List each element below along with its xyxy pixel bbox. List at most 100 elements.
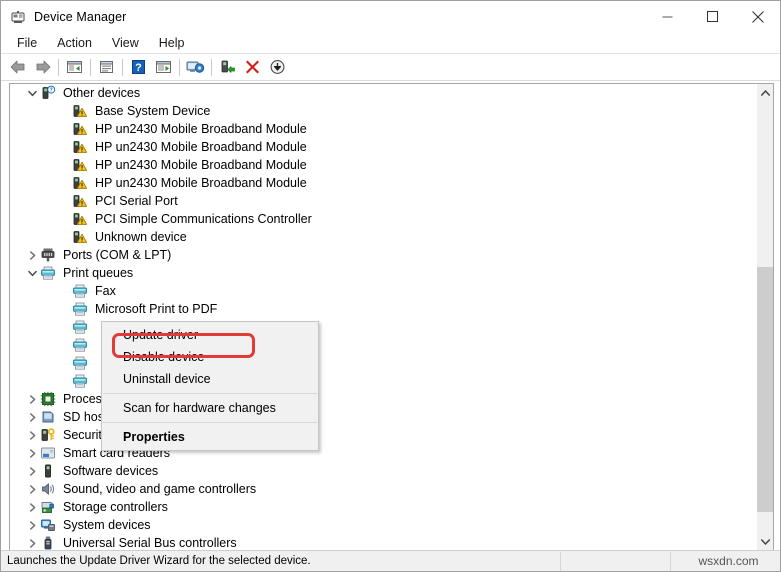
- maximize-button[interactable]: [690, 1, 735, 32]
- tree-row[interactable]: HP un2430 Mobile Broadband Module: [10, 138, 756, 156]
- status-message: Launches the Update Driver Wizard for th…: [1, 551, 561, 571]
- warning-device-icon: [72, 211, 88, 227]
- tree-row[interactable]: Sound, video and game controllers: [10, 480, 756, 498]
- chevron-right-icon[interactable]: [24, 444, 40, 462]
- context-menu-item[interactable]: Disable device: [102, 346, 318, 368]
- tree-row[interactable]: HP un2430 Mobile Broadband Module: [10, 156, 756, 174]
- printer-icon: [72, 373, 88, 389]
- tree-row[interactable]: HP un2430 Mobile Broadband Module: [10, 174, 756, 192]
- tree-row-label: Sound, video and game controllers: [63, 482, 257, 496]
- status-middle: [561, 551, 671, 571]
- tree-row[interactable]: Storage controllers: [10, 498, 756, 516]
- window-title: Device Manager: [34, 9, 127, 24]
- printer-icon: [72, 283, 88, 299]
- tree-row[interactable]: Fax: [10, 282, 756, 300]
- chevron-none: [56, 192, 72, 210]
- context-menu-item[interactable]: Properties: [102, 426, 318, 448]
- scroll-up-button[interactable]: [757, 84, 773, 101]
- tree-row[interactable]: ? Other devices: [10, 84, 756, 102]
- chevron-right-icon[interactable]: [24, 534, 40, 550]
- tree-row[interactable]: PCI Simple Communications Controller: [10, 210, 756, 228]
- chevron-right-icon[interactable]: [24, 426, 40, 444]
- chevron-right-icon[interactable]: [24, 480, 40, 498]
- tree-row[interactable]: Ports (COM & LPT): [10, 246, 756, 264]
- toolbar: ?: [1, 54, 780, 81]
- chevron-none: [56, 300, 72, 318]
- disable-device-icon[interactable]: [265, 55, 290, 79]
- tree-row-label: HP un2430 Mobile Broadband Module: [95, 176, 307, 190]
- tree-row[interactable]: HP un2430 Mobile Broadband Module: [10, 120, 756, 138]
- chevron-right-icon[interactable]: [24, 498, 40, 516]
- vertical-scrollbar[interactable]: [756, 84, 773, 550]
- chevron-right-icon[interactable]: [24, 462, 40, 480]
- toolbar-separator: [211, 58, 212, 76]
- chevron-none: [56, 120, 72, 138]
- software-device-icon: [40, 463, 56, 479]
- printer-icon: [72, 337, 88, 353]
- menu-help[interactable]: Help: [149, 34, 195, 52]
- context-menu-item[interactable]: Update driver: [102, 324, 318, 346]
- tree-row-label: Print queues: [63, 266, 134, 280]
- minimize-button[interactable]: [645, 1, 690, 32]
- show-hide-console-tree-icon[interactable]: [62, 55, 87, 79]
- usb-icon: [40, 535, 56, 550]
- scan-hardware-changes-icon[interactable]: [183, 55, 208, 79]
- chevron-none: [56, 102, 72, 120]
- chevron-down-icon[interactable]: [24, 84, 40, 102]
- close-button[interactable]: [735, 1, 780, 32]
- chevron-down-icon[interactable]: [24, 264, 40, 282]
- sound-icon: [40, 481, 56, 497]
- chevron-right-icon[interactable]: [24, 246, 40, 264]
- context-menu-item[interactable]: Uninstall device: [102, 368, 318, 390]
- context-menu-item[interactable]: Scan for hardware changes: [102, 397, 318, 419]
- properties-icon[interactable]: [94, 55, 119, 79]
- scrollbar-thumb[interactable]: [757, 267, 773, 512]
- security-icon: [40, 427, 56, 443]
- chevron-right-icon[interactable]: [24, 390, 40, 408]
- tree-row[interactable]: PCI Serial Port: [10, 192, 756, 210]
- context-menu[interactable]: Update driver Disable device Uninstall dev…: [101, 321, 319, 451]
- tree-row[interactable]: Universal Serial Bus controllers: [10, 534, 756, 550]
- tree-row[interactable]: Microsoft Print to PDF: [10, 300, 756, 318]
- printer-icon: [40, 265, 56, 281]
- chevron-none: [56, 138, 72, 156]
- tree-row[interactable]: Software devices: [10, 462, 756, 480]
- svg-text:?: ?: [135, 62, 142, 74]
- unknown-device-icon: ?: [40, 85, 56, 101]
- tree-row-label: Other devices: [63, 86, 141, 100]
- menu-action[interactable]: Action: [47, 34, 102, 52]
- tree-row-label: PCI Serial Port: [95, 194, 178, 208]
- toolbar-separator: [122, 58, 123, 76]
- chevron-right-icon[interactable]: [24, 408, 40, 426]
- menu-bar: File Action View Help: [1, 32, 780, 54]
- title-bar: Device Manager: [1, 1, 780, 32]
- chevron-right-icon[interactable]: [24, 516, 40, 534]
- update-driver-icon[interactable]: [151, 55, 176, 79]
- tree-row-label: Storage controllers: [63, 500, 168, 514]
- scroll-down-button[interactable]: [757, 533, 773, 550]
- tree-row-label: System devices: [63, 518, 151, 532]
- device-tree[interactable]: ? Other devices Base System Device HP un243…: [10, 84, 756, 550]
- chevron-none: [56, 210, 72, 228]
- help-icon[interactable]: ?: [126, 55, 151, 79]
- uninstall-device-icon[interactable]: [240, 55, 265, 79]
- warning-device-icon: [72, 103, 88, 119]
- tree-row[interactable]: Base System Device: [10, 102, 756, 120]
- menu-file[interactable]: File: [7, 34, 47, 52]
- tree-row[interactable]: System devices: [10, 516, 756, 534]
- chevron-none: [56, 372, 72, 390]
- tree-row-label: Unknown device: [95, 230, 187, 244]
- warning-device-icon: [72, 175, 88, 191]
- system-device-icon: [40, 517, 56, 533]
- tree-row[interactable]: Unknown device: [10, 228, 756, 246]
- warning-device-icon: [72, 157, 88, 173]
- context-menu-separator: [103, 393, 317, 394]
- forward-icon[interactable]: [30, 55, 55, 79]
- menu-view[interactable]: View: [102, 34, 149, 52]
- smartcard-icon: [40, 445, 56, 461]
- tree-row[interactable]: Print queues: [10, 264, 756, 282]
- enable-device-icon[interactable]: [215, 55, 240, 79]
- toolbar-separator: [179, 58, 180, 76]
- chevron-none: [56, 228, 72, 246]
- back-icon[interactable]: [5, 55, 30, 79]
